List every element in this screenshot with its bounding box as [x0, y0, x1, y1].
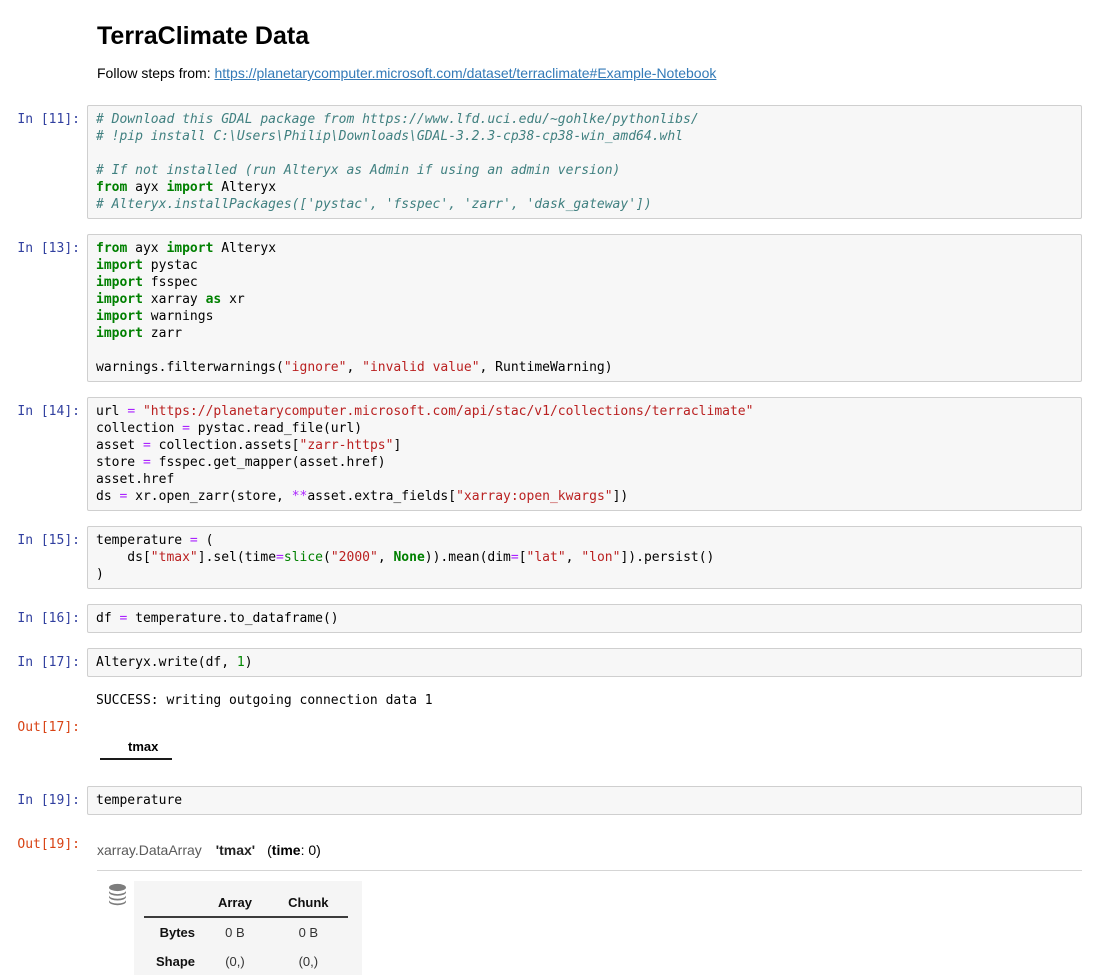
dask-array-value: (0,)	[201, 947, 269, 975]
dask-table-row: Shape(0,)(0,)	[144, 947, 348, 975]
code-editor[interactable]: Alteryx.write(df, 1)	[87, 648, 1082, 677]
xarray-header: xarray.DataArray 'tmax' (time: 0)	[97, 842, 1082, 858]
code-text: # Download this GDAL package from https:…	[96, 111, 1073, 213]
cells: In [11]: # Download this GDAL package fro…	[0, 105, 1097, 975]
dask-array-value: 0 B	[201, 917, 269, 947]
dask-table-column-header: Chunk	[269, 889, 348, 917]
code-text: url = "https://planetarycomputer.microso…	[96, 403, 1073, 505]
code-text: temperature	[96, 792, 1073, 809]
code-content: df = temperature.to_dataframe()	[87, 604, 1082, 633]
input-prompt: In [13]:	[0, 234, 87, 257]
xarray-repr: xarray.DataArray 'tmax' (time: 0) ArrayChun…	[87, 842, 1082, 975]
code-cell: In [16]: df = temperature.to_dataframe()	[0, 604, 1097, 633]
dataframe-cell: Out[17]: tmax	[0, 713, 1097, 760]
input-prompt: In [19]:	[0, 786, 87, 809]
code-editor[interactable]: df = temperature.to_dataframe()	[87, 604, 1082, 633]
page-title: TerraClimate Data	[97, 22, 1082, 51]
dask-table: ArrayChunkBytes0 B0 BShape(0,)(0,)Count1…	[144, 889, 348, 975]
code-text: from ayx import Alteryx import pystac im…	[96, 240, 1073, 376]
subtitle-text: Follow steps from:	[97, 65, 214, 81]
dask-row-label: Shape	[144, 947, 201, 975]
stream-cell: SUCCESS: writing outgoing connection dat…	[0, 692, 1097, 709]
code-cell: In [19]: temperature	[0, 786, 1097, 815]
code-text: df = temperature.to_dataframe()	[96, 610, 1073, 627]
dask-row-label: Bytes	[144, 917, 201, 947]
code-cell: In [13]: from ayx import Alteryx import p…	[0, 234, 1097, 382]
xarray-dims: (time: 0)	[267, 842, 321, 858]
code-editor[interactable]: from ayx import Alteryx import pystac im…	[87, 234, 1082, 382]
code-cell: In [15]: temperature = ( ds["tmax"].sel(t…	[0, 526, 1097, 589]
dask-table-corner	[144, 889, 201, 917]
code-editor[interactable]: temperature	[87, 786, 1082, 815]
code-text: Alteryx.write(df, 1)	[96, 654, 1073, 671]
code-content: url = "https://planetarycomputer.microso…	[87, 397, 1082, 511]
input-prompt: In [17]:	[0, 648, 87, 671]
code-cell: In [14]: url = "https://planetarycomputer…	[0, 397, 1097, 511]
dataframe-output: tmax	[100, 735, 172, 760]
input-prompt: In [14]:	[0, 397, 87, 420]
xarray-cell: Out[19]: xarray.DataArray 'tmax' (time: 0) A…	[0, 830, 1097, 975]
dataframe-index-header	[100, 735, 114, 759]
dataset-link[interactable]: https://planetarycomputer.microsoft.com/…	[214, 65, 716, 81]
dask-table-panel: ArrayChunkBytes0 B0 BShape(0,)(0,)Count1…	[134, 881, 362, 975]
xarray-type-label: xarray.DataArray	[97, 842, 202, 858]
stream-content: SUCCESS: writing outgoing connection dat…	[87, 692, 1082, 709]
markdown-prompt-spacer	[0, 16, 87, 22]
input-prompt: In [15]:	[0, 526, 87, 549]
markdown-cell: TerraClimate Data Follow steps from: htt…	[0, 16, 1097, 81]
dataframe-column-header: tmax	[114, 735, 172, 759]
markdown-content: TerraClimate Data Follow steps from: htt…	[87, 16, 1082, 81]
dask-table-column-header: Array	[201, 889, 269, 917]
code-editor[interactable]: # Download this GDAL package from https:…	[87, 105, 1082, 219]
code-content: Alteryx.write(df, 1)	[87, 648, 1082, 677]
code-content: temperature	[87, 786, 1082, 815]
dask-chunk-value: (0,)	[269, 947, 348, 975]
output-prompt: Out[17]:	[0, 713, 87, 736]
code-text: temperature = ( ds["tmax"].sel(time=slic…	[96, 532, 1073, 583]
input-prompt: In [11]:	[0, 105, 87, 128]
xarray-content: xarray.DataArray 'tmax' (time: 0) ArrayChun…	[87, 830, 1082, 975]
output-prompt	[0, 692, 87, 698]
code-content: # Download this GDAL package from https:…	[87, 105, 1082, 219]
code-content: temperature = ( ds["tmax"].sel(time=slic…	[87, 526, 1082, 589]
code-content: from ayx import Alteryx import pystac im…	[87, 234, 1082, 382]
code-editor[interactable]: temperature = ( ds["tmax"].sel(time=slic…	[87, 526, 1082, 589]
code-editor[interactable]: url = "https://planetarycomputer.microso…	[87, 397, 1082, 511]
subtitle: Follow steps from: https://planetarycomp…	[97, 65, 1082, 81]
code-cell: In [11]: # Download this GDAL package fro…	[0, 105, 1097, 219]
dask-array-repr: ArrayChunkBytes0 B0 BShape(0,)(0,)Count1…	[107, 881, 1082, 975]
dask-table-row: Bytes0 B0 B	[144, 917, 348, 947]
dask-chunk-value: 0 B	[269, 917, 348, 947]
code-cell: In [17]: Alteryx.write(df, 1)	[0, 648, 1097, 677]
input-prompt: In [16]:	[0, 604, 87, 627]
notebook: TerraClimate Data Follow steps from: htt…	[0, 0, 1097, 975]
xarray-divider	[97, 870, 1082, 871]
database-icon	[107, 883, 128, 911]
output-prompt: Out[19]:	[0, 830, 87, 853]
dataframe-content: tmax	[87, 713, 1082, 760]
stream-output: SUCCESS: writing outgoing connection dat…	[87, 692, 1082, 709]
xarray-name: 'tmax'	[216, 842, 255, 858]
